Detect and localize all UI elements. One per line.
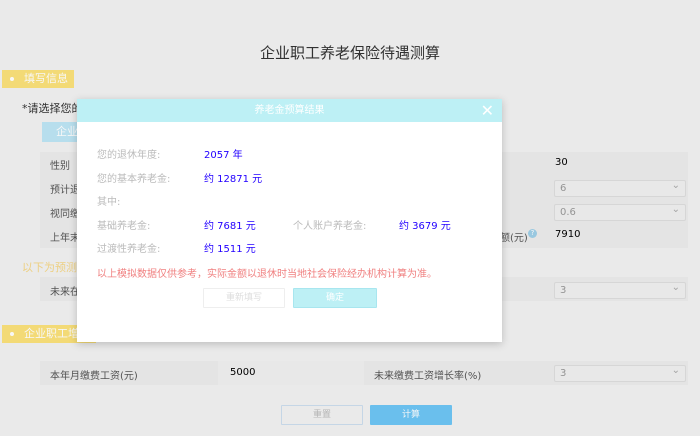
of-which-label: 其中: — [97, 197, 121, 208]
disclaimer: 以上模拟数据仅供参考，实际金额以退休时当地社会保险经办机构计算为准。 — [97, 269, 437, 280]
personal-value: 约 3679 元 — [399, 221, 451, 232]
refill-button[interactable]: 重新填写 — [203, 288, 285, 308]
retire-year-value: 2057 年 — [204, 150, 243, 161]
modal-title: 养老金预算结果 — [77, 99, 502, 122]
base-value: 约 7681 元 — [204, 221, 256, 232]
base-label: 基础养老金: — [97, 221, 151, 232]
basic-label: 您的基本养老金: — [97, 174, 171, 185]
result-modal: 养老金预算结果 ✕ 您的退休年度: 2057 年 您的基本养老金: 约 1287… — [77, 99, 502, 342]
transition-label: 过渡性养老金: — [97, 244, 161, 255]
confirm-button[interactable]: 确定 — [293, 288, 377, 308]
close-icon[interactable]: ✕ — [481, 99, 494, 122]
personal-label: 个人账户养老金: — [293, 221, 367, 232]
transition-value: 约 1511 元 — [204, 244, 256, 255]
basic-value: 约 12871 元 — [204, 174, 263, 185]
retire-year-label: 您的退休年度: — [97, 150, 161, 161]
